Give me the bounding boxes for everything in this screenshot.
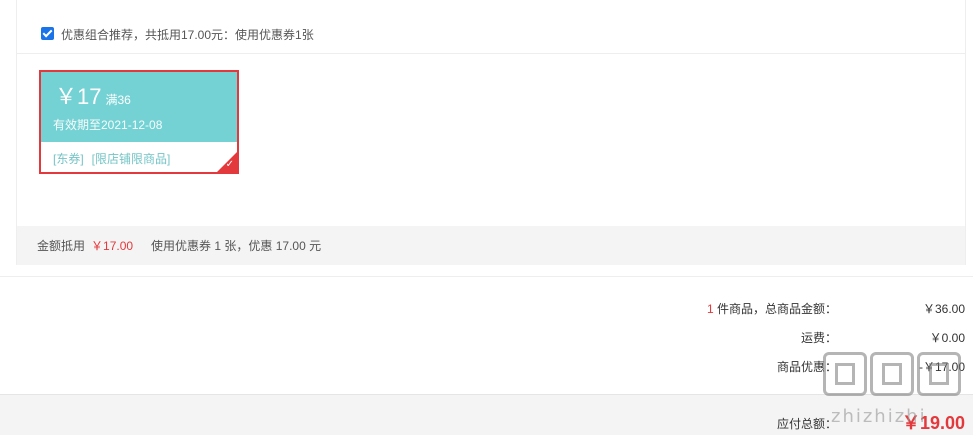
coupon-tag-jd: [东券] bbox=[53, 152, 84, 166]
payable-label: 应付总额： bbox=[776, 417, 837, 431]
combo-recommendation-row[interactable]: 优惠组合推荐，共抵用17.00元：使用优惠券1张 bbox=[41, 24, 314, 44]
coupon-expiry: 有效期至2021-12-08 bbox=[53, 118, 163, 132]
order-totals: 1 件商品，总商品金额： ￥36.00 运费： ￥0.00 商品优惠： -￥17… bbox=[665, 296, 965, 383]
shipping-row: 运费： ￥0.00 bbox=[665, 325, 965, 354]
discount-row: 商品优惠： -￥17.00 bbox=[665, 354, 965, 383]
coupon-threshold: 满36 bbox=[105, 93, 131, 107]
coupon-tags: [东券] [限店铺限商品] bbox=[53, 150, 170, 167]
discount-value: -￥17.00 bbox=[918, 360, 965, 374]
coupon-tag-restriction: [限店铺限商品] bbox=[91, 152, 171, 166]
check-icon: ✓ bbox=[225, 159, 234, 170]
coupon-card-header: ￥17 满36 有效期至2021-12-08 bbox=[41, 72, 237, 142]
coupon-panel: 优惠组合推荐，共抵用17.00元：使用优惠券1张 ￥17 满36 有效期至2021… bbox=[16, 0, 966, 265]
goods-total-row: 1 件商品，总商品金额： ￥36.00 bbox=[665, 296, 965, 325]
summary-label: 金额抵用 bbox=[37, 239, 86, 253]
summary-detail: 使用优惠券 1 张，优惠 17.00 元 bbox=[151, 239, 322, 253]
coupon-amount: ￥17 满36 bbox=[55, 84, 131, 113]
shipping-value: ￥0.00 bbox=[929, 331, 965, 345]
goods-total-value: ￥36.00 bbox=[922, 302, 965, 316]
combo-label[interactable]: 优惠组合推荐，共抵用17.00元：使用优惠券1张 bbox=[61, 26, 314, 43]
coupon-amount-value: ￥17 bbox=[55, 84, 102, 109]
shipping-label: 运费： bbox=[800, 331, 837, 345]
item-count: 1 bbox=[706, 302, 714, 316]
summary-amount: ￥17.00 bbox=[91, 239, 134, 253]
divider bbox=[17, 53, 965, 54]
goods-label-text: 件商品，总商品金额： bbox=[713, 302, 837, 316]
coupon-card[interactable]: ￥17 满36 有效期至2021-12-08 [东券] [限店铺限商品] ✓ bbox=[39, 70, 239, 174]
discount-label: 商品优惠： bbox=[776, 360, 837, 374]
combo-checkbox[interactable] bbox=[41, 26, 54, 40]
discount-summary-bar: 金额抵用 ￥17.00 使用优惠券 1 张，优惠 17.00 元 bbox=[17, 226, 965, 265]
payable-value: ￥19.00 bbox=[901, 413, 965, 433]
divider bbox=[0, 276, 973, 277]
payable-footer: 应付总额： ￥19.00 bbox=[0, 394, 973, 435]
goods-total-label: 1 件商品，总商品金额： bbox=[707, 296, 837, 322]
